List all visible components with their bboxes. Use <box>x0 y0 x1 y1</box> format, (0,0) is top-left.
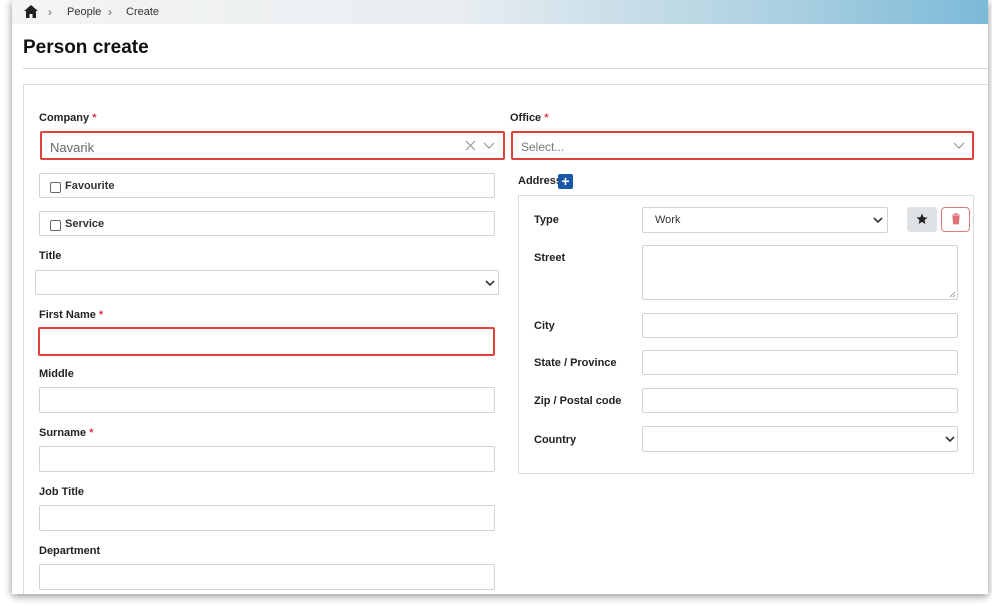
state-label: State / Province <box>534 357 617 369</box>
delete-address-button[interactable] <box>941 207 970 232</box>
app-window: › People › Create Person create Company … <box>12 0 988 594</box>
surname-label: Surname * <box>39 427 94 439</box>
favourite-address-button[interactable] <box>907 207 937 232</box>
trash-icon <box>952 213 960 225</box>
surname-input[interactable] <box>39 446 495 472</box>
chevron-down-icon <box>485 280 495 287</box>
office-select[interactable]: Select... <box>511 131 974 160</box>
job-title-label: Job Title <box>39 486 85 498</box>
zip-label: Zip / Postal code <box>534 395 622 407</box>
first-name-input[interactable] <box>38 327 495 356</box>
street-label: Street <box>534 252 566 264</box>
favourite-checkbox-row[interactable]: Favourite <box>39 173 495 198</box>
address-label: Address <box>518 175 563 187</box>
breadcrumb-item-create: Create <box>126 6 160 18</box>
service-checkbox[interactable] <box>50 220 61 231</box>
chevron-down-icon[interactable] <box>483 141 495 150</box>
chevron-down-icon[interactable] <box>953 141 965 150</box>
chevron-right-icon: › <box>108 5 112 19</box>
country-select[interactable] <box>642 426 958 452</box>
office-placeholder: Select... <box>521 140 565 154</box>
service-checkbox-row[interactable]: Service <box>39 211 495 236</box>
department-input[interactable] <box>39 564 495 590</box>
resize-handle-icon[interactable] <box>949 291 956 298</box>
favourite-checkbox[interactable] <box>50 182 61 193</box>
address-type-value: Work <box>655 214 681 226</box>
company-label: Company * <box>39 112 97 124</box>
state-input[interactable] <box>642 350 958 375</box>
country-label: Country <box>534 434 577 446</box>
home-icon[interactable] <box>23 4 39 19</box>
company-select[interactable]: Navarik <box>40 131 505 160</box>
city-input[interactable] <box>642 313 958 338</box>
favourite-label: Favourite <box>65 180 115 192</box>
city-label: City <box>534 320 555 332</box>
plus-icon: + <box>561 173 570 189</box>
chevron-down-icon <box>945 436 955 443</box>
close-icon[interactable] <box>465 140 476 151</box>
department-label: Department <box>39 545 101 557</box>
breadcrumb-item-people[interactable]: People <box>67 6 101 18</box>
address-type-label: Type <box>534 214 559 226</box>
office-label: Office * <box>510 112 549 124</box>
address-type-select[interactable]: Work <box>642 207 888 233</box>
service-label: Service <box>65 218 105 230</box>
title-select[interactable] <box>35 270 499 295</box>
job-title-input[interactable] <box>39 505 495 531</box>
company-value: Navarik <box>50 140 95 155</box>
zip-input[interactable] <box>642 388 958 413</box>
middle-input[interactable] <box>39 387 495 413</box>
street-textarea[interactable] <box>642 245 958 300</box>
title-divider <box>23 68 988 69</box>
add-address-button[interactable]: + <box>558 174 573 189</box>
first-name-label: First Name * <box>39 309 104 321</box>
breadcrumb: › People › Create <box>12 0 988 24</box>
page-title: Person create <box>23 37 149 58</box>
middle-label: Middle <box>39 368 74 380</box>
title-label: Title <box>39 250 62 262</box>
chevron-down-icon <box>873 217 883 224</box>
chevron-right-icon: › <box>48 5 52 19</box>
star-icon <box>916 213 928 224</box>
